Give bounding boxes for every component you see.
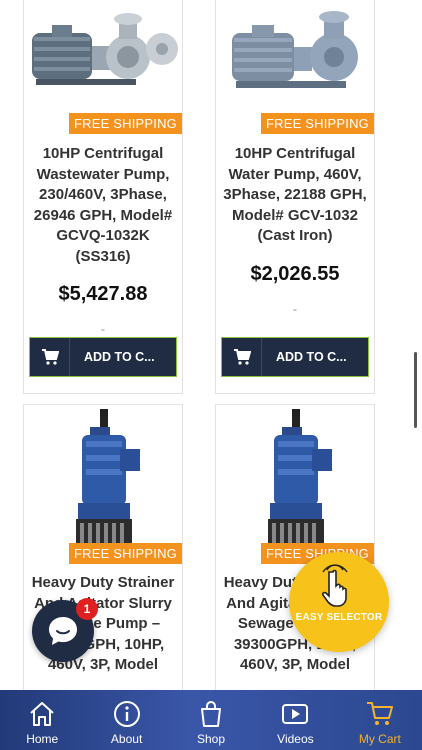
nav-my-cart[interactable]: My Cart (338, 690, 422, 750)
product-price: $2,026.55 (250, 262, 340, 285)
product-price: $5,427.88 (58, 283, 148, 305)
add-to-cart-label: ADD TO C... (84, 350, 155, 364)
add-to-cart-button[interactable]: ADD TO C... (221, 337, 369, 377)
product-rating-placeholder: - (101, 322, 105, 336)
video-icon (282, 704, 309, 724)
screen: FREE SHIPPING 10HP Centrifugal Wastewate… (0, 0, 422, 750)
free-shipping-badge: FREE SHIPPING (260, 113, 374, 134)
scrollbar[interactable] (414, 352, 417, 428)
free-shipping-badge: FREE SHIPPING (68, 543, 182, 564)
free-shipping-badge: FREE SHIPPING (68, 113, 182, 134)
slurry-pump-image (76, 409, 140, 555)
nav-videos-label: Videos (277, 732, 314, 746)
nav-videos[interactable]: Videos (253, 690, 337, 750)
add-to-cart-label: ADD TO C... (276, 350, 347, 364)
product-title[interactable]: 10HP Centrifugal Wastewater Pump, 230/46… (24, 134, 182, 267)
hand-pointer-icon (321, 564, 348, 607)
product-title[interactable]: 10HP Centrifugal Water Pump, 460V, 3Phas… (216, 134, 374, 247)
cart-icon (30, 338, 70, 376)
bottom-navigation: Home About Shop Videos My Cart (0, 690, 422, 750)
chat-notification-badge: 1 (76, 598, 98, 620)
easy-selector-label: EASY SELECTOR (295, 612, 383, 623)
cart-icon (222, 338, 262, 376)
shopping-bag-icon (201, 701, 222, 727)
product-image[interactable]: FREE SHIPPING (24, 0, 182, 134)
product-rating-placeholder: - (293, 301, 297, 316)
info-icon (113, 701, 140, 727)
cart-icon (366, 702, 393, 725)
nav-my-cart-label: My Cart (358, 732, 401, 746)
product-card[interactable]: FREE SHIPPING 10HP Centrifugal Wastewate… (23, 0, 183, 394)
nav-shop-label: Shop (197, 732, 226, 746)
slurry-pump-image (268, 409, 332, 555)
add-to-cart-button[interactable]: ADD TO C... (29, 337, 177, 377)
nav-about[interactable]: About (84, 690, 168, 750)
product-image[interactable]: FREE SHIPPING (24, 405, 182, 564)
chat-bubble-icon (49, 617, 77, 645)
nav-shop[interactable]: Shop (169, 690, 253, 750)
nav-home-label: Home (26, 732, 59, 746)
nav-home[interactable]: Home (0, 690, 84, 750)
product-card[interactable]: FREE SHIPPING 10HP Centrifugal Water Pum… (215, 0, 375, 394)
product-image[interactable]: FREE SHIPPING (216, 0, 374, 134)
nav-about-label: About (110, 732, 143, 746)
product-image[interactable]: FREE SHIPPING (216, 405, 374, 564)
home-icon (30, 702, 54, 726)
easy-selector-button[interactable]: EASY SELECTOR (289, 552, 389, 652)
